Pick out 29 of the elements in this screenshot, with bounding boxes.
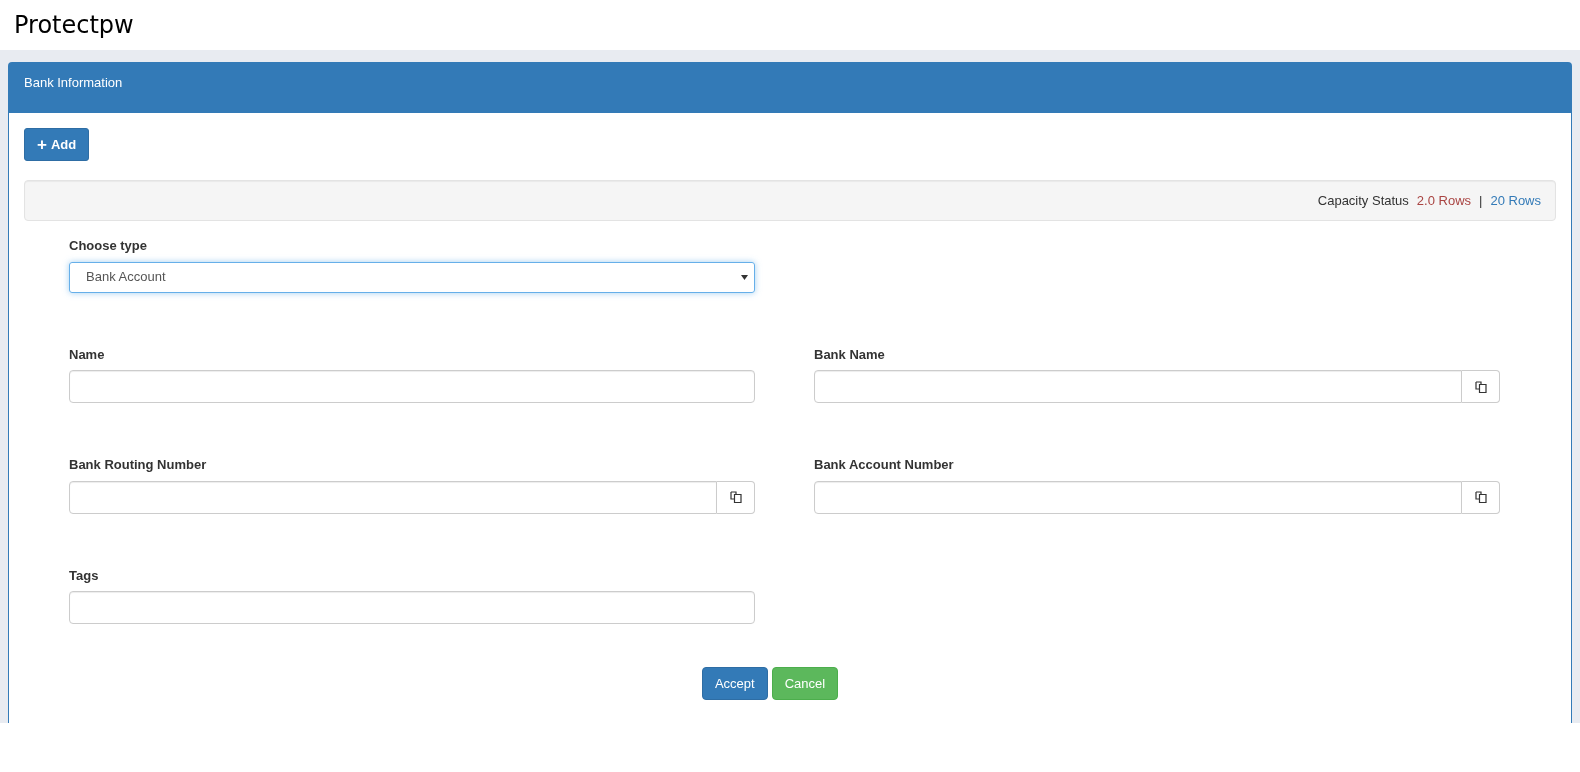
copy-button[interactable] (717, 480, 755, 514)
field-label: Name (69, 345, 106, 364)
capacity-used: 2.0 Rows (1416, 191, 1472, 210)
caret-icon (741, 274, 748, 280)
copy-button[interactable] (1462, 370, 1500, 403)
input-field[interactable] (69, 370, 755, 403)
copy-icon (1474, 380, 1487, 393)
input-field[interactable] (814, 370, 1462, 403)
add-button[interactable]: + Add (24, 128, 90, 161)
capacity-total: 20 Rows (1490, 191, 1541, 210)
cancel-button[interactable]: Cancel (771, 667, 839, 700)
field-label: Bank Routing Number (69, 456, 208, 474)
plus-icon: + (37, 136, 47, 153)
input-field[interactable] (814, 480, 1462, 514)
field-label: Bank Name (814, 345, 886, 364)
field-label: Tags (69, 566, 100, 585)
accept-button[interactable]: Accept (701, 667, 768, 700)
copy-icon (1474, 491, 1487, 503)
panel-title: Bank Information (24, 74, 123, 93)
field-label: Bank Account Number (814, 456, 955, 474)
type-select[interactable]: Bank Account (69, 261, 755, 293)
capacity-separator: | (1479, 191, 1483, 210)
app-title: Protectpw (14, 10, 134, 41)
input-field[interactable] (69, 591, 755, 624)
copy-button[interactable] (1462, 480, 1500, 514)
field-label: Choose type (69, 237, 148, 255)
input-field[interactable] (69, 480, 717, 514)
capacity-label: Capacity Status (1317, 191, 1409, 210)
copy-icon (729, 491, 742, 503)
